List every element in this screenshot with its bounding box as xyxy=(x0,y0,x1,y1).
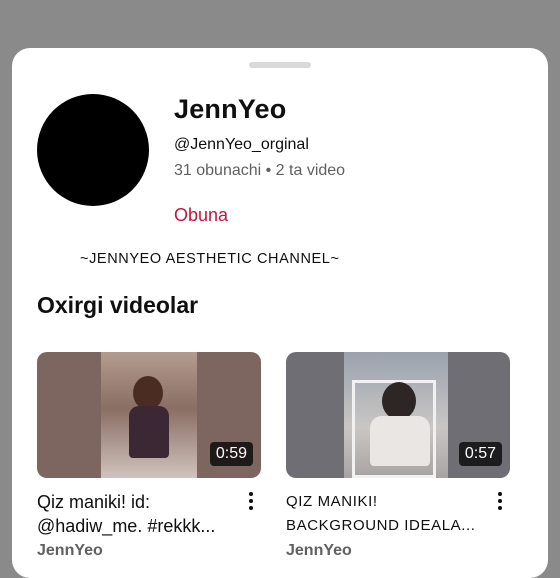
video-author[interactable]: JennYeo xyxy=(37,542,261,560)
subscribe-button[interactable]: Obuna xyxy=(174,205,228,226)
video-thumbnail[interactable]: 0:59 xyxy=(37,352,261,478)
video-title-line: @hadiw_me. #rekkk... xyxy=(37,516,216,536)
channel-sheet: JennYeo @JennYeo_orginal 31 obunachi • 2… xyxy=(12,48,548,578)
person-figure-body xyxy=(370,416,430,466)
person-figure xyxy=(382,382,416,420)
person-figure-body xyxy=(129,406,169,458)
duration-badge: 0:57 xyxy=(458,442,502,466)
channel-handle: @JennYeo_orginal xyxy=(174,136,309,153)
video-title[interactable]: Qiz maniki! id: @hadiw_me. #rekkk... xyxy=(37,490,237,538)
more-options-icon[interactable] xyxy=(245,492,257,513)
video-title[interactable]: QIZ MANIKI! BACKGROUND IDEALA... xyxy=(286,490,486,538)
video-thumbnail[interactable]: 0:57 xyxy=(286,352,510,478)
video-title-line: BACKGROUND IDEALA... xyxy=(286,517,476,534)
channel-name: JennYeo xyxy=(174,94,287,124)
video-title-line: Qiz maniki! id: xyxy=(37,492,151,512)
channel-description: ~JENNYEO AESTHETIC CHANNEL~ xyxy=(80,251,340,267)
person-figure xyxy=(133,376,163,410)
sheet-drag-handle[interactable] xyxy=(249,62,311,68)
video-card[interactable]: 0:57 QIZ MANIKI! BACKGROUND IDEALA... Je… xyxy=(286,352,510,560)
video-author[interactable]: JennYeo xyxy=(286,542,510,560)
channel-meta: 31 obunachi • 2 ta video xyxy=(174,162,346,179)
section-title: Oxirgi videolar xyxy=(37,292,199,318)
avatar[interactable] xyxy=(37,94,149,206)
video-title-line: QIZ MANIKI! xyxy=(286,493,378,510)
more-options-icon[interactable] xyxy=(494,492,506,513)
duration-badge: 0:59 xyxy=(209,442,253,466)
video-card[interactable]: 0:59 Qiz maniki! id: @hadiw_me. #rekkk..… xyxy=(37,352,261,560)
